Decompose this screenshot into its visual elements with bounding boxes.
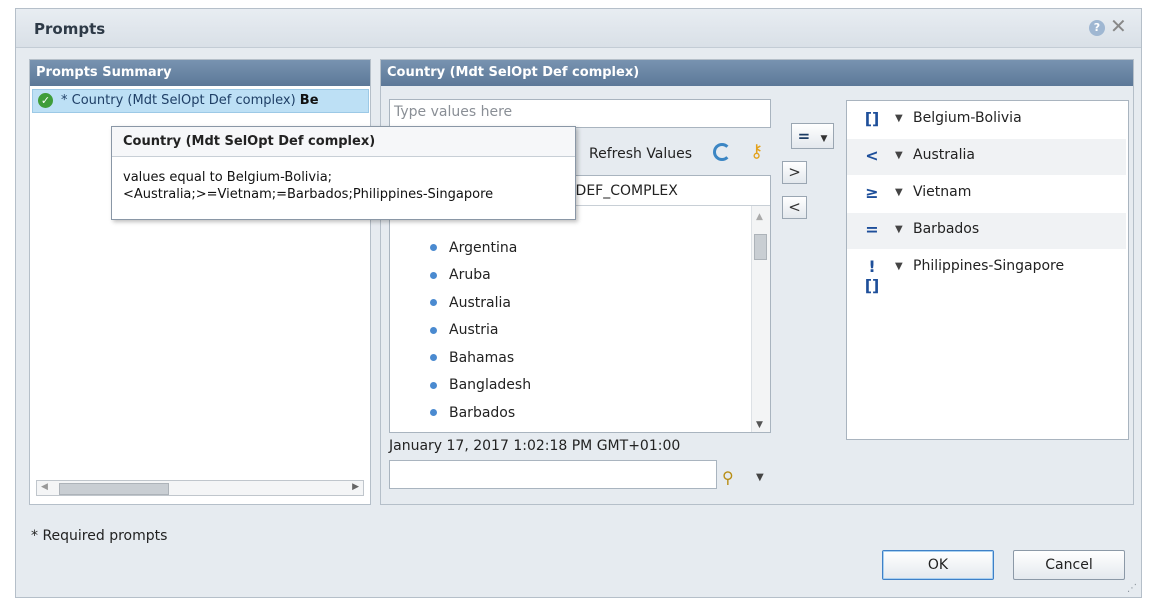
selected-value-row[interactable]: < ▼ Australia <box>847 139 1126 175</box>
scroll-up-icon[interactable]: ▲ <box>756 212 763 222</box>
dialog-titlebar: Prompts ? ✕ <box>16 9 1141 48</box>
required-prompts-note: * Required prompts <box>31 528 168 544</box>
list-item-bullet-icon <box>430 409 437 416</box>
summary-item-country[interactable]: ✓ * Country (Mdt SelOpt Def complex) Be <box>32 89 369 113</box>
close-icon[interactable]: ✕ <box>1110 16 1127 36</box>
operator-icon[interactable]: ![] <box>862 257 882 295</box>
ok-button[interactable]: OK <box>882 550 994 580</box>
summary-item-label: Country (Mdt SelOpt Def complex) <box>71 93 296 108</box>
values-vertical-scrollbar[interactable]: ▲ ▼ <box>751 206 770 432</box>
key-search-input[interactable] <box>389 460 717 489</box>
tooltip-line-2: <Australia;>=Vietnam;=Barbados;Philippin… <box>123 187 494 202</box>
list-item-label: Bangladesh <box>449 377 532 393</box>
check-circle-icon: ✓ <box>38 93 53 108</box>
scroll-left-icon[interactable]: ◀ <box>41 482 48 492</box>
list-item[interactable]: Bangladesh <box>430 373 531 398</box>
selected-value-row[interactable]: ≥ ▼ Vietnam <box>847 176 1126 212</box>
operator-selected: = <box>797 127 811 145</box>
dialog-title: Prompts <box>34 20 106 38</box>
list-item-label: Bahamas <box>449 349 515 366</box>
required-mark: * <box>61 93 72 108</box>
summary-item-value: Be <box>299 93 319 108</box>
tooltip-title: Country (Mdt SelOpt Def complex) <box>112 127 575 157</box>
selected-value-label: Belgium-Bolivia <box>913 110 1022 126</box>
cancel-button[interactable]: Cancel <box>1013 550 1125 580</box>
selected-value-row[interactable]: ![] ▼ Philippines-Singapore <box>847 250 1126 295</box>
refresh-icon[interactable] <box>713 143 731 161</box>
list-item-bullet-icon <box>430 326 437 334</box>
operator-chevron-down-icon[interactable]: ▼ <box>895 150 903 161</box>
scroll-thumb[interactable] <box>59 483 169 495</box>
selected-value-row[interactable]: [] ▼ Belgium-Bolivia <box>847 102 1126 138</box>
selected-value-label: Australia <box>913 147 975 163</box>
operator-chevron-down-icon[interactable]: ▼ <box>895 224 903 235</box>
selected-value-row[interactable]: = ▼ Barbados <box>847 213 1126 249</box>
operator-icon[interactable]: = <box>862 220 882 239</box>
list-item-bullet-icon <box>430 271 437 279</box>
list-item-bullet-icon <box>430 381 437 389</box>
prompts-summary-header: Prompts Summary <box>30 60 370 86</box>
key-icon[interactable]: ⚷ <box>750 141 763 162</box>
scroll-right-icon[interactable]: ▶ <box>352 482 359 492</box>
refresh-values-label[interactable]: Refresh Values <box>589 146 692 162</box>
tooltip-line-1: values equal to Belgium-Bolivia; <box>123 170 333 185</box>
selected-value-label: Philippines-Singapore <box>913 258 1065 274</box>
remove-value-button[interactable]: < <box>782 196 807 219</box>
operator-icon[interactable]: < <box>862 146 882 165</box>
list-item[interactable]: Australia <box>430 291 511 316</box>
prompts-dialog: Prompts ? ✕ Prompts Summary ✓ * Country … <box>15 8 1142 598</box>
search-input[interactable]: Type values here <box>389 99 771 128</box>
summary-horizontal-scrollbar[interactable]: ◀ ▶ <box>36 480 364 496</box>
scroll-down-icon[interactable]: ▼ <box>756 420 763 430</box>
list-item[interactable]: Austria <box>430 318 498 343</box>
search-in-database-icon[interactable]: ⚲ <box>722 468 734 487</box>
vertical-scroll-thumb[interactable] <box>754 234 767 260</box>
search-placeholder: Type values here <box>394 104 513 120</box>
refresh-timestamp: January 17, 2017 1:02:18 PM GMT+01:00 <box>389 438 681 454</box>
list-item[interactable]: Aruba <box>430 263 491 288</box>
operator-icon[interactable]: ≥ <box>862 183 882 202</box>
operator-icon[interactable]: [] <box>862 109 882 128</box>
list-item-label: Austria <box>449 322 499 338</box>
summary-tooltip: Country (Mdt SelOpt Def complex) values … <box>111 126 576 220</box>
selected-value-label: Vietnam <box>913 184 972 200</box>
list-item-label: Aruba <box>449 267 491 283</box>
operator-chevron-down-icon[interactable]: ▼ <box>895 113 903 124</box>
list-item-bullet-icon <box>430 244 437 251</box>
list-item-label: Argentina <box>449 239 518 256</box>
list-item-label: Barbados <box>449 404 516 421</box>
list-item[interactable]: Barbados <box>430 401 515 426</box>
summary-item-text: * Country (Mdt SelOpt Def complex) Be <box>61 93 319 108</box>
resize-grip-icon[interactable]: ⋰ <box>1127 583 1137 594</box>
prompt-detail-header: Country (Mdt SelOpt Def complex) <box>381 60 1133 86</box>
list-item[interactable]: Argentina <box>430 236 517 261</box>
list-item-bullet-icon <box>430 299 437 306</box>
operator-chevron-down-icon[interactable]: ▼ <box>895 261 903 272</box>
selected-values-list[interactable]: [] ▼ Belgium-Bolivia < ▼ Australia ≥ ▼ Vietnam = ▼… <box>846 100 1129 440</box>
selected-value-label: Barbados <box>913 221 980 237</box>
list-item-label: Australia <box>449 294 511 311</box>
add-value-button[interactable]: > <box>782 161 807 184</box>
list-item[interactable]: Bahamas <box>430 346 514 371</box>
operator-chevron-down-icon: ▼ <box>820 134 828 144</box>
operator-dropdown[interactable]: = ▼ <box>791 123 834 149</box>
tooltip-body: values equal to Belgium-Bolivia; <Austra… <box>123 169 493 203</box>
help-icon[interactable]: ? <box>1089 20 1105 36</box>
search-options-chevron-down-icon[interactable]: ▼ <box>756 472 764 483</box>
operator-chevron-down-icon[interactable]: ▼ <box>895 187 903 198</box>
list-item-bullet-icon <box>430 354 437 361</box>
